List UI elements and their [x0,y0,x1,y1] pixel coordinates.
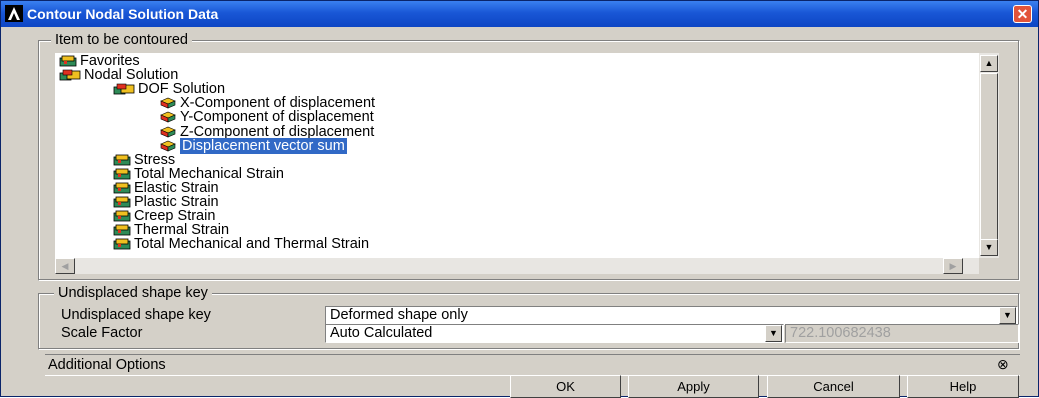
cube-icon [159,126,177,138]
scroll-down-arrow-icon[interactable]: ▼ [980,239,998,256]
scale-factor-select[interactable]: Auto Calculated ▼ [325,324,784,343]
folder-icon [59,55,77,67]
cancel-button[interactable]: Cancel [767,375,900,398]
ansys-logo-icon [5,5,23,22]
chevron-down-icon[interactable]: ▼ [999,307,1016,324]
folder-icon [113,182,131,194]
undisplaced-key-select[interactable]: Deformed shape only ▼ [325,306,1018,325]
tree-item[interactable]: Total Mechanical and Thermal Strain [113,237,369,252]
scroll-left-arrow-icon[interactable]: ◀ [55,258,75,274]
scale-factor-value: Auto Calculated [330,325,433,341]
tree-item-label: Displacement vector sum [180,137,347,154]
folder-open-icon [113,83,135,95]
scroll-up-arrow-icon[interactable]: ▲ [980,55,998,72]
title-bar[interactable]: Contour Nodal Solution Data ✕ [1,1,1038,27]
chevron-down-icon[interactable]: ▼ [765,325,782,342]
expand-options-icon[interactable]: ⊗ [997,356,1009,373]
tree-item-label: Total Mechanical and Thermal Strain [134,236,370,253]
help-button[interactable]: Help [907,375,1019,398]
tree-item[interactable]: Displacement vector sum [159,137,347,154]
cube-icon [159,140,177,152]
undisplaced-key-label: Undisplaced shape key [61,307,211,323]
apply-button[interactable]: Apply [628,375,759,398]
undisplaced-key-value: Deformed shape only [330,307,468,323]
folder-icon [113,210,131,222]
tree-vertical-scrollbar[interactable]: ▲ ▼ [979,53,999,258]
folder-icon [113,196,131,208]
ok-button[interactable]: OK [510,375,621,398]
additional-options-label: Additional Options [48,357,166,373]
folder-icon [113,154,131,166]
scale-factor-number-field: 722.100682438 [785,324,1019,343]
folder-open-icon [59,69,81,81]
cube-icon [159,97,177,109]
folder-icon [113,238,131,250]
additional-options-bar[interactable]: Additional Options ⊗ [45,354,1020,376]
undisplaced-group-legend: Undisplaced shape key [54,285,212,301]
scale-factor-number: 722.100682438 [790,325,891,341]
scroll-thumb[interactable] [980,73,998,248]
close-button[interactable]: ✕ [1013,5,1032,23]
scroll-right-arrow-icon[interactable]: ▶ [943,258,963,274]
item-group-legend: Item to be contoured [51,32,192,48]
contour-dialog: Contour Nodal Solution Data ✕ Item to be… [0,0,1039,398]
scale-factor-label: Scale Factor [61,325,143,341]
solution-tree[interactable]: Favorites Nodal Solution DOF Solution X-Com… [55,53,979,258]
window-title: Contour Nodal Solution Data [27,6,219,22]
tree-horizontal-scrollbar[interactable]: ◀ ▶ [55,258,979,274]
folder-icon [113,168,131,180]
folder-icon [113,224,131,236]
cube-icon [159,111,177,123]
